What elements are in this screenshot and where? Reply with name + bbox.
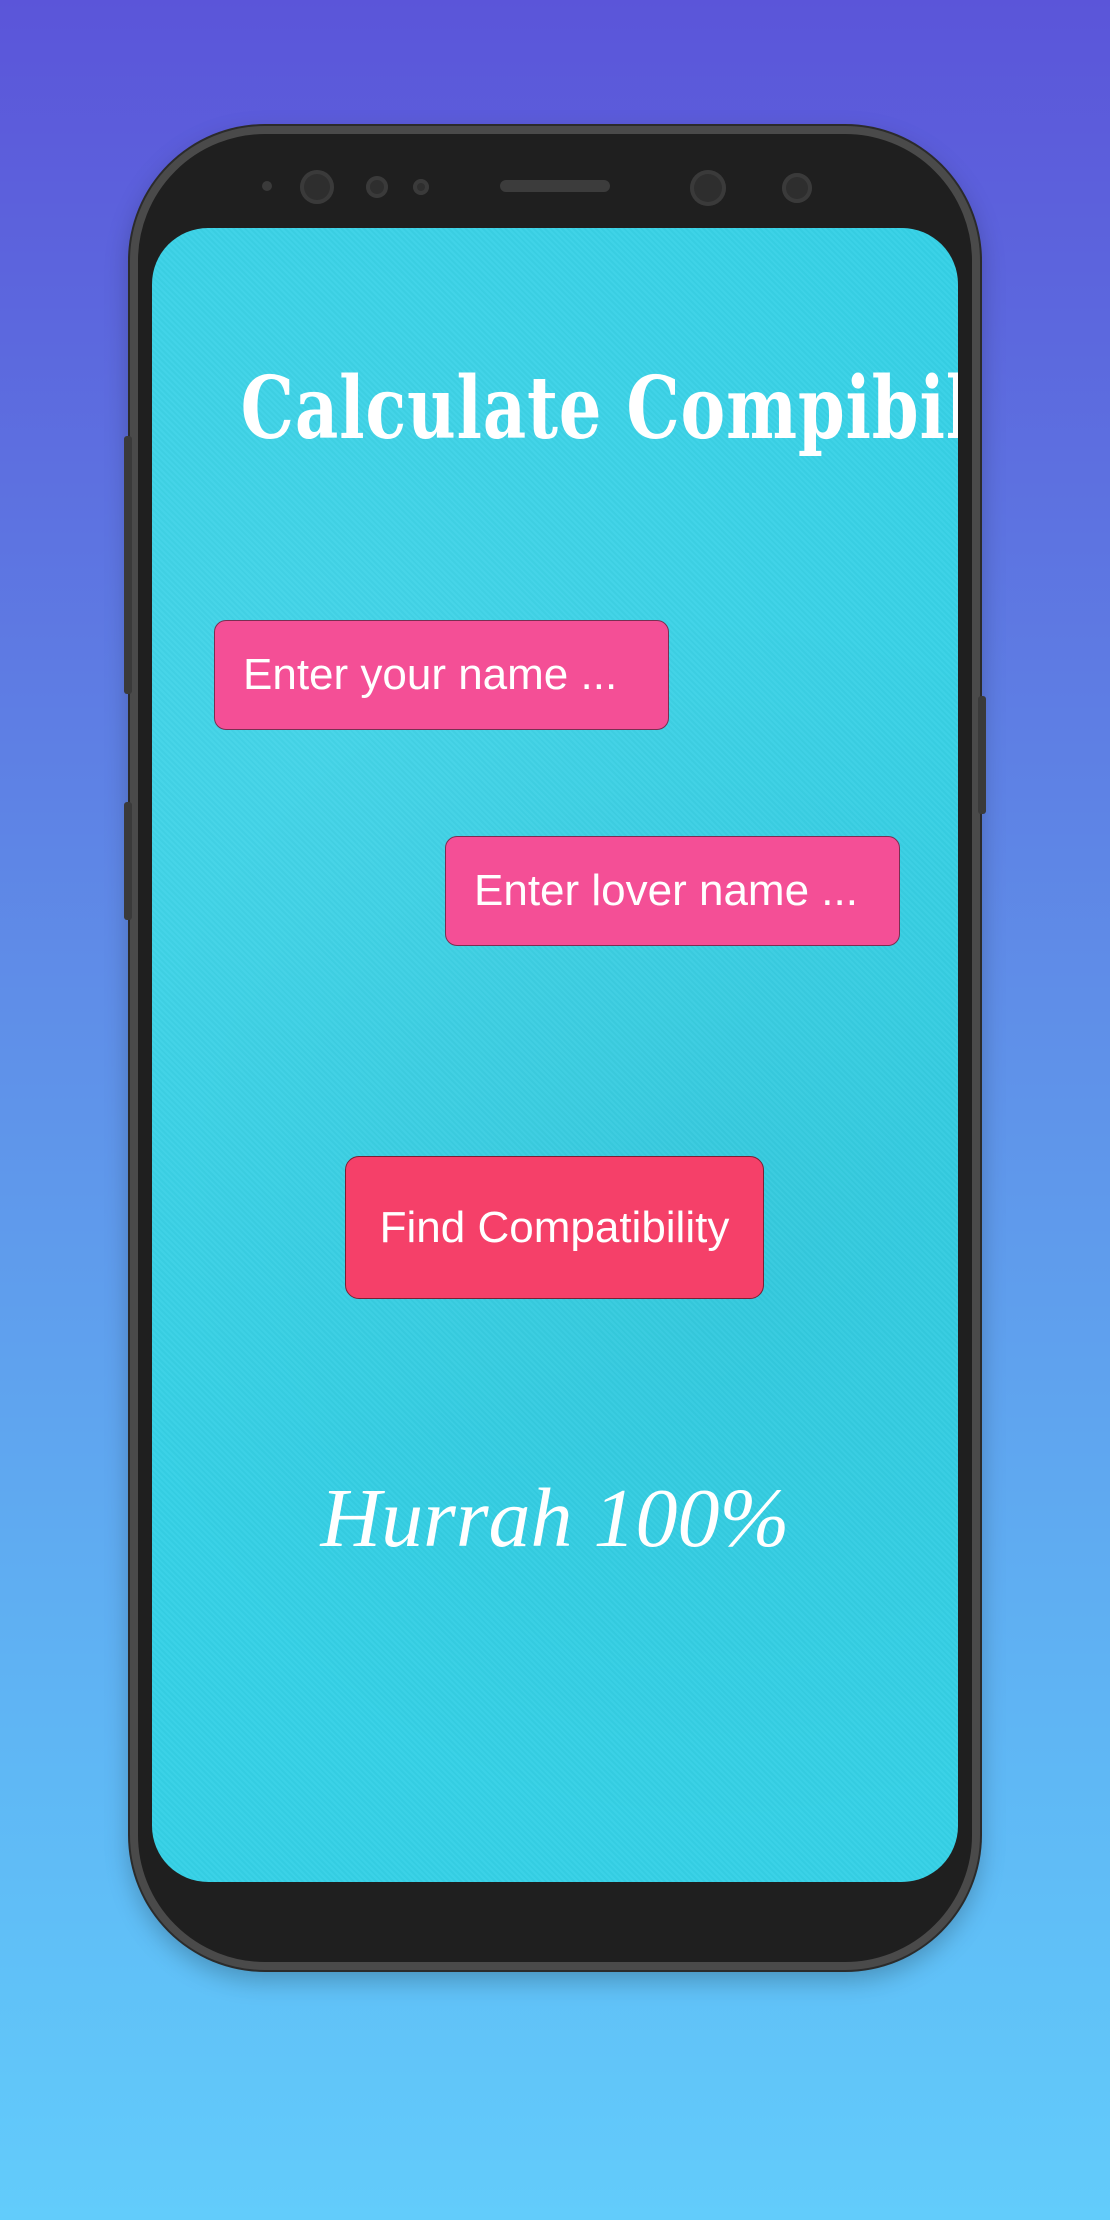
result-text: Hurrah 100% xyxy=(320,1472,790,1565)
find-compatibility-label: Find Compatibility xyxy=(379,1202,730,1252)
find-compatibility-button[interactable]: Find Compatibility xyxy=(345,1156,764,1299)
sensor-dot xyxy=(413,179,429,195)
front-camera-icon xyxy=(690,170,726,206)
lover-name-placeholder: Enter lover name ... xyxy=(474,866,858,915)
sensor-dot xyxy=(366,176,388,198)
volume-up-button xyxy=(124,436,132,694)
sensor-dot xyxy=(782,173,812,203)
lover-name-input[interactable]: Enter lover name ... xyxy=(445,836,900,946)
sensor-dot xyxy=(262,181,272,191)
front-camera-icon xyxy=(300,170,334,204)
your-name-placeholder: Enter your name ... xyxy=(243,650,618,699)
page-title: Calculate Compibility xyxy=(240,358,958,459)
app-screen: Calculate Compibility Enter your name ..… xyxy=(152,228,958,1882)
earpiece-speaker xyxy=(500,180,610,192)
your-name-input[interactable]: Enter your name ... xyxy=(214,620,669,730)
volume-down-button xyxy=(124,802,132,920)
power-button xyxy=(978,696,986,814)
